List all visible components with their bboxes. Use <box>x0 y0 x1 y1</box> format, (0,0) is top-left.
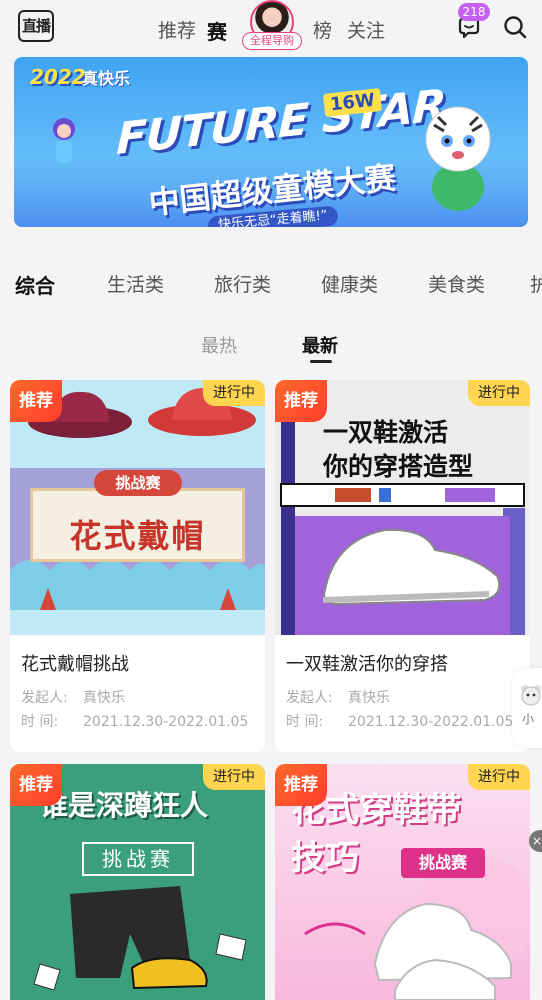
tab-category-partial[interactable]: 护 <box>530 270 542 297</box>
avatar-guide-tag: 全程导购 <box>242 32 302 50</box>
tab-category-health[interactable]: 健康类 <box>321 270 378 297</box>
sort-active-indicator <box>310 360 332 363</box>
category-tabs: 综合 生活类 旅行类 健康类 美食类 <box>0 270 542 300</box>
floating-close-button[interactable]: × <box>529 830 542 852</box>
cover-line-2: 挑战赛 <box>82 842 194 876</box>
recommend-badge: 推荐 <box>275 380 327 422</box>
card-time: 时 间: 2021.12.30-2022.01.05 <box>21 711 248 731</box>
recommend-badge: 推荐 <box>10 764 62 806</box>
tab-contest[interactable]: 赛 <box>207 16 227 45</box>
tab-category-travel[interactable]: 旅行类 <box>214 270 271 297</box>
contest-card[interactable]: 一双鞋激活 你的穿搭造型 推荐 进行中 一双鞋激活你的穿搭 发起人: 真快乐 时 … <box>275 380 530 752</box>
time-value: 2021.12.30-2022.01.05 <box>348 714 514 730</box>
tab-follow[interactable]: 关注 <box>347 16 385 43</box>
contest-card[interactable]: 花式戴帽 挑战赛 推荐 进行中 花式戴帽挑战 发起人: 真快乐 时 间: 2021.… <box>10 380 265 752</box>
cover-line-1: 一双鞋激活 <box>323 418 449 447</box>
time-label: 时 间: <box>21 714 59 730</box>
host-avatar-button[interactable]: 全程导购 <box>242 0 302 56</box>
card-initiator: 发起人: 真快乐 <box>286 687 390 707</box>
floating-assistant-button[interactable]: 小 <box>512 668 542 748</box>
banner-headline-en: FUTURE STAR <box>115 80 447 165</box>
initiator-label: 发起人: <box>21 690 68 706</box>
contest-card[interactable]: 花式穿鞋带 技巧 挑战赛 推荐 进行中 <box>275 764 530 1000</box>
recommend-badge: 推荐 <box>275 764 327 806</box>
tab-recommend[interactable]: 推荐 <box>158 16 196 43</box>
cover-board: 花式戴帽 <box>30 488 245 562</box>
time-label: 时 间: <box>286 714 324 730</box>
floating-assistant-label: 小 <box>522 712 535 726</box>
cover-line-2: 你的穿搭造型 <box>323 452 474 481</box>
sort-tabs: 最热 最新 <box>0 332 542 372</box>
card-initiator: 发起人: 真快乐 <box>21 687 125 707</box>
cover-ribbon: 挑战赛 <box>94 470 182 496</box>
top-nav: 直播 推荐 赛 全程导购 榜 关注 218 <box>0 0 542 56</box>
banner-year: 2022 <box>30 65 86 89</box>
card-title: 花式戴帽挑战 <box>21 654 129 675</box>
status-badge: 进行中 <box>203 764 265 790</box>
cover-pill: 挑战赛 <box>401 848 485 878</box>
status-badge: 进行中 <box>468 380 530 406</box>
status-badge: 进行中 <box>203 380 265 406</box>
initiator-value: 真快乐 <box>83 690 125 706</box>
card-time: 时 间: 2021.12.30-2022.01.05 <box>286 711 513 731</box>
tab-category-food[interactable]: 美食类 <box>428 270 485 297</box>
banner-cartoon-girl-icon <box>53 118 75 163</box>
tab-category-all[interactable]: 综合 <box>15 270 55 299</box>
contest-card[interactable]: 谁是深蹲狂人 挑战赛 推荐 进行中 <box>10 764 265 1000</box>
card-title: 一双鞋激活你的穿搭 <box>286 654 448 675</box>
cover-line-1: 谁是深蹲狂人 <box>40 789 209 822</box>
promo-banner[interactable]: 2022 真快乐 FUTURE STAR 16W 中国超级童模大赛 快乐无忌“走… <box>14 57 528 227</box>
initiator-label: 发起人: <box>286 690 333 706</box>
banner-tiger-mascot-icon <box>425 106 491 211</box>
message-count-badge: 218 <box>458 3 490 21</box>
search-icon[interactable] <box>502 14 528 40</box>
sort-hottest[interactable]: 最热 <box>201 332 237 358</box>
cover-title-text: 花式戴帽 <box>69 517 206 555</box>
live-logo-button[interactable]: 直播 <box>18 10 54 42</box>
banner-brand: 真快乐 <box>82 69 131 88</box>
initiator-value: 真快乐 <box>348 690 390 706</box>
tab-category-life[interactable]: 生活类 <box>107 270 164 297</box>
bear-icon <box>521 685 541 706</box>
cover-headline: 一双鞋激活 你的穿搭造型 <box>323 416 473 484</box>
tab-ranking[interactable]: 榜 <box>313 16 332 43</box>
time-value: 2021.12.30-2022.01.05 <box>83 714 249 730</box>
sort-newest[interactable]: 最新 <box>302 332 338 358</box>
status-badge: 进行中 <box>468 764 530 790</box>
recommend-badge: 推荐 <box>10 380 62 422</box>
